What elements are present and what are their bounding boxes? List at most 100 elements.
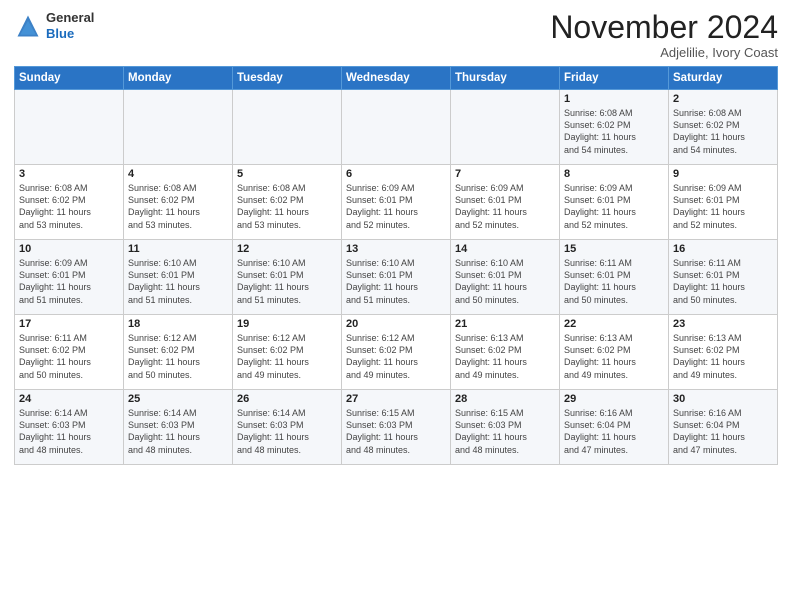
calendar-week-row: 3 Sunrise: 6:08 AMSunset: 6:02 PMDaylight… [15, 165, 778, 240]
table-row: 25 Sunrise: 6:14 AMSunset: 6:03 PMDayligh… [124, 390, 233, 465]
table-row: 23 Sunrise: 6:13 AMSunset: 6:02 PMDayligh… [669, 315, 778, 390]
day-number: 4 [128, 168, 228, 180]
table-row: 24 Sunrise: 6:14 AMSunset: 6:03 PMDayligh… [15, 390, 124, 465]
day-info: Sunrise: 6:11 AMSunset: 6:01 PMDaylight:… [564, 257, 664, 306]
day-info: Sunrise: 6:15 AMSunset: 6:03 PMDaylight:… [455, 407, 555, 456]
day-info: Sunrise: 6:12 AMSunset: 6:02 PMDaylight:… [237, 332, 337, 381]
table-row: 8Sunrise: 6:09 AMSunset: 6:01 PMDaylight… [560, 165, 669, 240]
logo-icon [14, 12, 42, 40]
day-info: Sunrise: 6:10 AMSunset: 6:01 PMDaylight:… [128, 257, 228, 306]
day-info: Sunrise: 6:11 AMSunset: 6:02 PMDaylight:… [19, 332, 119, 381]
logo-text: General Blue [46, 10, 94, 41]
table-row: 18Sunrise: 6:12 AMSunset: 6:02 PMDayligh… [124, 315, 233, 390]
table-row: 10 Sunrise: 6:09 AMSunset: 6:01 PMDayligh… [15, 240, 124, 315]
calendar: Sunday Monday Tuesday Wednesday Thursday… [14, 66, 778, 465]
day-info: Sunrise: 6:09 AMSunset: 6:01 PMDaylight:… [673, 182, 773, 231]
day-info: Sunrise: 6:14 AMSunset: 6:03 PMDaylight:… [237, 407, 337, 456]
calendar-week-row: 24 Sunrise: 6:14 AMSunset: 6:03 PMDayligh… [15, 390, 778, 465]
logo-general: General [46, 10, 94, 25]
day-number: 11 [128, 243, 228, 255]
table-row: 26 Sunrise: 6:14 AMSunset: 6:03 PMDayligh… [233, 390, 342, 465]
table-row: 9 Sunrise: 6:09 AMSunset: 6:01 PMDaylight… [669, 165, 778, 240]
table-row: 7 Sunrise: 6:09 AMSunset: 6:01 PMDaylight… [451, 165, 560, 240]
day-number: 15 [564, 243, 664, 255]
day-number: 29 [564, 393, 664, 405]
day-number: 22 [564, 318, 664, 330]
day-info: Sunrise: 6:10 AMSunset: 6:01 PMDaylight:… [455, 257, 555, 306]
day-info: Sunrise: 6:13 AMSunset: 6:02 PMDaylight:… [564, 332, 664, 381]
logo: General Blue [14, 10, 94, 41]
day-info: Sunrise: 6:16 AMSunset: 6:04 PMDaylight:… [673, 407, 773, 456]
day-info: Sunrise: 6:12 AMSunset: 6:02 PMDaylight:… [128, 332, 228, 381]
day-info: Sunrise: 6:08 AMSunset: 6:02 PMDaylight:… [673, 107, 773, 156]
table-row [451, 90, 560, 165]
table-row: 13Sunrise: 6:10 AMSunset: 6:01 PMDayligh… [342, 240, 451, 315]
day-info: Sunrise: 6:16 AMSunset: 6:04 PMDaylight:… [564, 407, 664, 456]
table-row: 19 Sunrise: 6:12 AMSunset: 6:02 PMDayligh… [233, 315, 342, 390]
day-info: Sunrise: 6:14 AMSunset: 6:03 PMDaylight:… [128, 407, 228, 456]
table-row [233, 90, 342, 165]
day-number: 27 [346, 393, 446, 405]
logo-blue: Blue [46, 26, 74, 41]
day-number: 5 [237, 168, 337, 180]
col-monday: Monday [124, 67, 233, 90]
col-wednesday: Wednesday [342, 67, 451, 90]
day-number: 6 [346, 168, 446, 180]
table-row: 14 Sunrise: 6:10 AMSunset: 6:01 PMDayligh… [451, 240, 560, 315]
day-number: 21 [455, 318, 555, 330]
day-info: Sunrise: 6:09 AMSunset: 6:01 PMDaylight:… [455, 182, 555, 231]
day-info: Sunrise: 6:13 AMSunset: 6:02 PMDaylight:… [673, 332, 773, 381]
day-info: Sunrise: 6:09 AMSunset: 6:01 PMDaylight:… [564, 182, 664, 231]
calendar-week-row: 10 Sunrise: 6:09 AMSunset: 6:01 PMDayligh… [15, 240, 778, 315]
month-title: November 2024 [550, 10, 778, 45]
day-number: 26 [237, 393, 337, 405]
col-tuesday: Tuesday [233, 67, 342, 90]
day-number: 23 [673, 318, 773, 330]
table-row: 17Sunrise: 6:11 AMSunset: 6:02 PMDayligh… [15, 315, 124, 390]
table-row: 22 Sunrise: 6:13 AMSunset: 6:02 PMDayligh… [560, 315, 669, 390]
table-row: 21 Sunrise: 6:13 AMSunset: 6:02 PMDayligh… [451, 315, 560, 390]
day-number: 25 [128, 393, 228, 405]
col-thursday: Thursday [451, 67, 560, 90]
day-number: 24 [19, 393, 119, 405]
day-number: 3 [19, 168, 119, 180]
day-info: Sunrise: 6:14 AMSunset: 6:03 PMDaylight:… [19, 407, 119, 456]
day-number: 19 [237, 318, 337, 330]
table-row: 20 Sunrise: 6:12 AMSunset: 6:02 PMDayligh… [342, 315, 451, 390]
day-info: Sunrise: 6:11 AMSunset: 6:01 PMDaylight:… [673, 257, 773, 306]
header: General Blue November 2024 Adjelilie, Iv… [14, 10, 778, 60]
day-number: 20 [346, 318, 446, 330]
day-number: 10 [19, 243, 119, 255]
table-row: 15 Sunrise: 6:11 AMSunset: 6:01 PMDayligh… [560, 240, 669, 315]
day-info: Sunrise: 6:15 AMSunset: 6:03 PMDaylight:… [346, 407, 446, 456]
day-info: Sunrise: 6:09 AMSunset: 6:01 PMDaylight:… [19, 257, 119, 306]
title-block: November 2024 Adjelilie, Ivory Coast [550, 10, 778, 60]
day-info: Sunrise: 6:08 AMSunset: 6:02 PMDaylight:… [564, 107, 664, 156]
day-info: Sunrise: 6:12 AMSunset: 6:02 PMDaylight:… [346, 332, 446, 381]
table-row: 6Sunrise: 6:09 AMSunset: 6:01 PMDaylight… [342, 165, 451, 240]
table-row: 11 Sunrise: 6:10 AMSunset: 6:01 PMDayligh… [124, 240, 233, 315]
day-number: 1 [564, 93, 664, 105]
table-row: 3Sunrise: 6:08 AMSunset: 6:02 PMDaylight… [15, 165, 124, 240]
table-row: 16 Sunrise: 6:11 AMSunset: 6:01 PMDayligh… [669, 240, 778, 315]
table-row [342, 90, 451, 165]
page: General Blue November 2024 Adjelilie, Iv… [0, 0, 792, 612]
table-row [15, 90, 124, 165]
table-row [124, 90, 233, 165]
table-row: 1 Sunrise: 6:08 AMSunset: 6:02 PMDaylight… [560, 90, 669, 165]
day-number: 30 [673, 393, 773, 405]
day-number: 14 [455, 243, 555, 255]
table-row: 30 Sunrise: 6:16 AMSunset: 6:04 PMDayligh… [669, 390, 778, 465]
table-row: 4 Sunrise: 6:08 AMSunset: 6:02 PMDaylight… [124, 165, 233, 240]
day-info: Sunrise: 6:13 AMSunset: 6:02 PMDaylight:… [455, 332, 555, 381]
day-info: Sunrise: 6:08 AMSunset: 6:02 PMDaylight:… [237, 182, 337, 231]
col-friday: Friday [560, 67, 669, 90]
day-info: Sunrise: 6:08 AMSunset: 6:02 PMDaylight:… [128, 182, 228, 231]
day-number: 16 [673, 243, 773, 255]
day-number: 12 [237, 243, 337, 255]
day-number: 9 [673, 168, 773, 180]
day-info: Sunrise: 6:10 AMSunset: 6:01 PMDaylight:… [346, 257, 446, 306]
day-number: 7 [455, 168, 555, 180]
calendar-week-row: 17Sunrise: 6:11 AMSunset: 6:02 PMDayligh… [15, 315, 778, 390]
day-info: Sunrise: 6:10 AMSunset: 6:01 PMDaylight:… [237, 257, 337, 306]
